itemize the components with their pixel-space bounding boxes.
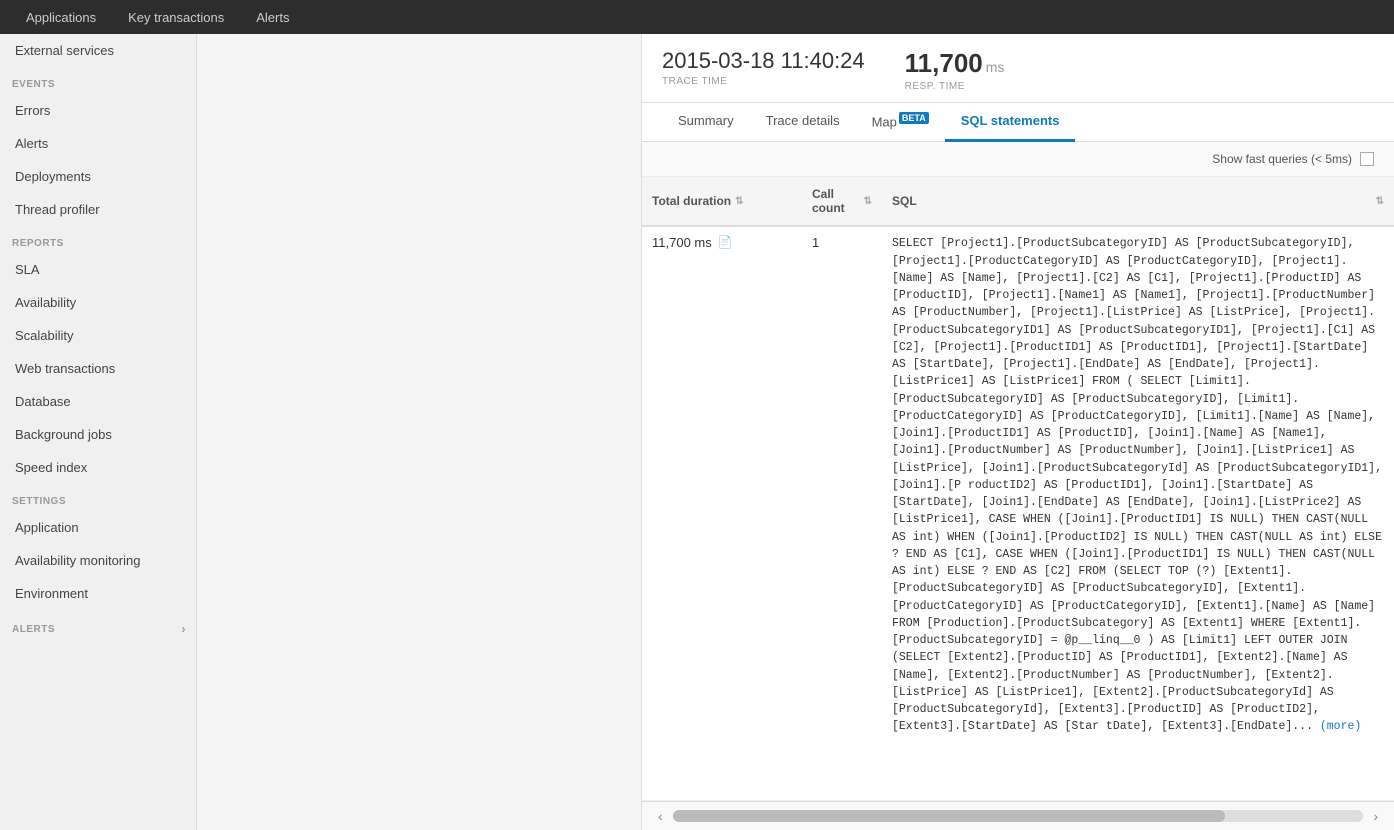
sidebar-item-alerts[interactable]: Alerts [0,127,196,160]
th-call-count[interactable]: Call count ⇅ [802,183,882,219]
sidebar-section-events: EVENTS [0,67,196,94]
resp-time-label: RESP. TIME [905,81,1005,92]
th-sql: SQL ⇅ [882,183,1394,219]
sidebar-item-errors[interactable]: Errors [0,94,196,127]
sidebar-item-deployments[interactable]: Deployments [0,160,196,193]
filter-bar: Show fast queries (< 5ms) [642,142,1394,177]
sidebar-item-thread-profiler[interactable]: Thread profiler [0,193,196,226]
top-nav: Applications Key transactions Alerts [0,0,1394,34]
sidebar-item-sla[interactable]: SLA [0,253,196,286]
sidebar-item-external-services[interactable]: External services [0,34,196,67]
th-total-duration[interactable]: Total duration ⇅ [642,183,802,219]
tab-trace-details[interactable]: Trace details [750,103,856,142]
tab-map[interactable]: MapBETA [856,103,945,142]
sidebar-item-speed-index[interactable]: Speed index [0,451,196,484]
resp-time-unit: ms [986,59,1005,75]
table-row: 11,700 ms 📄 1 SELECT [Project1].[Product… [642,227,1394,801]
db-icon: 📄 [718,235,733,249]
left-panel [197,34,642,830]
sql-text-cell: SELECT [Project1].[ProductSubcategoryID]… [882,227,1394,800]
sql-text: SELECT [Project1].[ProductSubcategoryID]… [892,237,1382,733]
scroll-track[interactable] [673,810,1364,822]
sidebar-item-application[interactable]: Application [0,511,196,544]
tab-sql-statements[interactable]: SQL statements [945,103,1076,142]
duration-cell: 11,700 ms 📄 [642,227,802,800]
call-count-value: 1 [812,235,819,250]
tab-summary[interactable]: Summary [662,103,750,142]
sidebar-section-reports: REPORTS [0,226,196,253]
sidebar-section-alerts: ALERTS › [0,610,196,640]
right-panel: 2015-03-18 11:40:24 TRACE TIME 11,700ms … [642,34,1394,830]
trace-time-block: 2015-03-18 11:40:24 TRACE TIME [662,48,865,87]
resp-time-block: 11,700ms RESP. TIME [905,48,1005,92]
sort-sql-icon: ⇅ [1376,196,1384,207]
sidebar: External services EVENTS Errors Alerts D… [0,34,197,830]
sidebar-item-availability[interactable]: Availability [0,286,196,319]
tabs-bar: Summary Trace details MapBETA SQL statem… [642,103,1394,142]
sidebar-item-scalability[interactable]: Scalability [0,319,196,352]
sql-content: 11,700 ms 📄 1 SELECT [Project1].[Product… [642,227,1394,801]
alerts-expand-icon[interactable]: › [182,622,187,636]
sql-table-header: Total duration ⇅ Call count ⇅ SQL ⇅ [642,177,1394,227]
sort-duration-icon: ⇅ [735,196,743,207]
trace-header: 2015-03-18 11:40:24 TRACE TIME 11,700ms … [642,34,1394,103]
duration-value: 11,700 ms [652,235,712,250]
show-fast-label: Show fast queries (< 5ms) [1212,152,1352,166]
sql-more-link[interactable]: (more) [1320,720,1361,733]
call-count-cell: 1 [802,227,882,800]
sidebar-item-environment[interactable]: Environment [0,577,196,610]
main-layout: External services EVENTS Errors Alerts D… [0,34,1394,830]
scroll-thumb [673,810,1226,822]
scroll-right-arrow[interactable]: › [1367,806,1384,826]
trace-time-label: TRACE TIME [662,76,865,87]
sidebar-item-database[interactable]: Database [0,385,196,418]
scroll-left-arrow[interactable]: ‹ [652,806,669,826]
nav-key-transactions[interactable]: Key transactions [112,0,240,34]
sort-callcount-icon: ⇅ [864,196,872,207]
sidebar-item-background-jobs[interactable]: Background jobs [0,418,196,451]
sidebar-item-availability-monitoring[interactable]: Availability monitoring [0,544,196,577]
sidebar-item-web-transactions[interactable]: Web transactions [0,352,196,385]
sidebar-section-settings: SETTINGS [0,484,196,511]
nav-applications[interactable]: Applications [10,0,112,34]
resp-time-value: 11,700 [905,48,983,78]
trace-time-value: 2015-03-18 11:40:24 [662,48,865,74]
scrollbar-area: ‹ › [642,801,1394,830]
show-fast-queries-checkbox[interactable] [1360,152,1374,166]
nav-alerts[interactable]: Alerts [240,0,305,34]
content-row: 2015-03-18 11:40:24 TRACE TIME 11,700ms … [197,34,1394,830]
beta-badge: BETA [899,112,929,124]
